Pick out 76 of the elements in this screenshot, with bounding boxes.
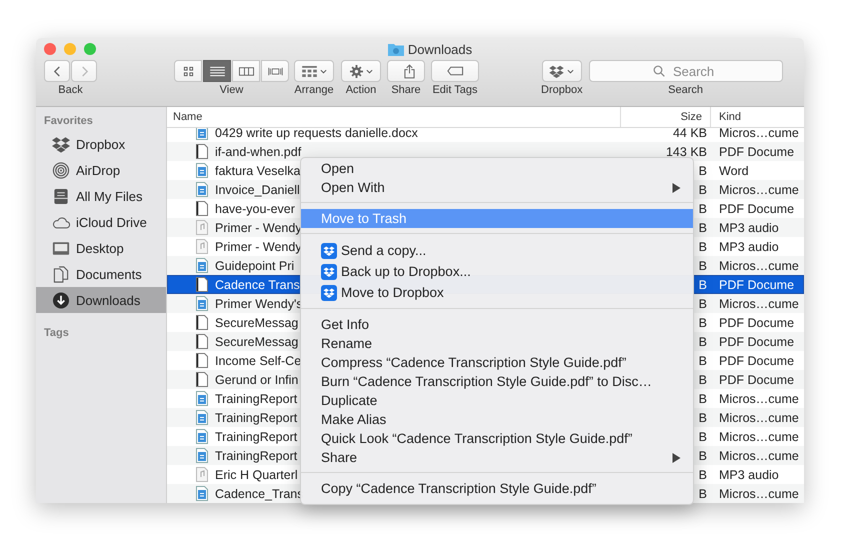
toolbar-label: Share xyxy=(391,84,421,96)
sidebar-label: AirDrop xyxy=(76,162,120,178)
file-size: B xyxy=(698,392,707,406)
file-kind: Micros…cume xyxy=(718,258,800,272)
file-size: B xyxy=(698,182,707,196)
file-kind: Word xyxy=(718,164,750,178)
sidebar-label: Documents xyxy=(76,266,142,282)
file-size: B xyxy=(698,202,707,216)
sidebar-label: Dropbox xyxy=(76,136,126,152)
file-kind: Micros…cume xyxy=(718,430,800,444)
file-name: Cadence Trans xyxy=(215,278,300,292)
file-size: B xyxy=(698,240,707,254)
toolbar-label: Edit Tags xyxy=(432,84,478,96)
file-name: faktura Veselka xyxy=(215,164,300,178)
toolbar-label: Search xyxy=(668,84,703,96)
file-size: B xyxy=(698,220,707,234)
file-size: B xyxy=(698,486,707,500)
file-name: Invoice_Daniell xyxy=(215,182,300,196)
file-name: Income Self-Ce xyxy=(215,354,302,368)
file-name: TrainingReport xyxy=(215,448,298,462)
file-name: SecureMessag xyxy=(215,334,298,348)
file-size: B xyxy=(698,410,707,424)
file-kind: PDF Docume xyxy=(718,334,796,348)
file-size: B xyxy=(698,334,707,348)
file-name: SecureMessag xyxy=(215,316,298,330)
file-size: B xyxy=(698,354,707,368)
file-size: 44 KB xyxy=(672,128,707,140)
file-kind: Micros…cume xyxy=(718,486,800,500)
file-kind: Micros…cume xyxy=(718,448,800,462)
file-kind: Micros…cume xyxy=(718,410,800,424)
file-size: B xyxy=(698,296,707,310)
window-title: Downloads xyxy=(408,42,472,56)
file-name: TrainingReport xyxy=(215,392,298,406)
file-size: 143 KB xyxy=(666,144,707,158)
file-name: Cadence_Trans xyxy=(215,486,304,500)
file-size: B xyxy=(698,372,707,386)
file-size: B xyxy=(698,468,707,482)
file-name: if-and-when.pdf xyxy=(215,144,302,158)
file-name: Eric H Quarterl xyxy=(215,468,298,482)
toolbar-label: Arrange xyxy=(294,84,334,96)
file-name: Primer - Wendy xyxy=(215,220,302,234)
sidebar-label: All My Files xyxy=(76,188,142,204)
toolbar-label: View xyxy=(220,84,244,96)
file-kind: PDF Docume xyxy=(718,202,796,216)
sidebar-label: Desktop xyxy=(76,240,124,256)
file-kind: Micros…cume xyxy=(718,296,800,310)
toolbar-label: Dropbox xyxy=(541,84,583,96)
file-name: have-you-ever xyxy=(215,202,295,216)
file-name: Primer - Wendy xyxy=(215,240,302,254)
file-kind: MP3 audio xyxy=(718,220,780,234)
sidebar-heading: Tags xyxy=(43,327,70,341)
file-kind: PDF Docume xyxy=(718,372,796,386)
file-kind: MP3 audio xyxy=(718,240,780,254)
file-name: TrainingReport xyxy=(215,410,298,424)
file-kind: PDF Docume xyxy=(718,278,796,292)
file-size: B xyxy=(698,164,707,178)
file-kind: Micros…cume xyxy=(718,392,800,406)
file-name: TrainingReport xyxy=(215,430,298,444)
file-size: B xyxy=(698,430,707,444)
sidebar-label: iCloud Drive xyxy=(76,214,147,230)
file-size: B xyxy=(698,258,707,272)
toolbar-label: Action xyxy=(346,84,376,96)
file-name: Primer Wendy's xyxy=(215,296,303,310)
toolbar-label: Back xyxy=(58,84,83,96)
file-kind: PDF Docume xyxy=(718,144,796,158)
sidebar-label: Downloads xyxy=(76,292,140,308)
file-size: B xyxy=(698,448,707,462)
sidebar-heading: Favorites xyxy=(43,115,94,129)
file-name: Gerund or Infin xyxy=(215,372,298,386)
file-name: Guidepoint Pri xyxy=(215,258,294,272)
file-size: B xyxy=(698,316,707,330)
file-size: B xyxy=(698,278,707,292)
file-kind: PDF Docume xyxy=(718,316,796,330)
file-kind: PDF Docume xyxy=(718,354,796,368)
file-kind: Micros…cume xyxy=(718,182,800,196)
file-kind: MP3 audio xyxy=(718,468,780,482)
